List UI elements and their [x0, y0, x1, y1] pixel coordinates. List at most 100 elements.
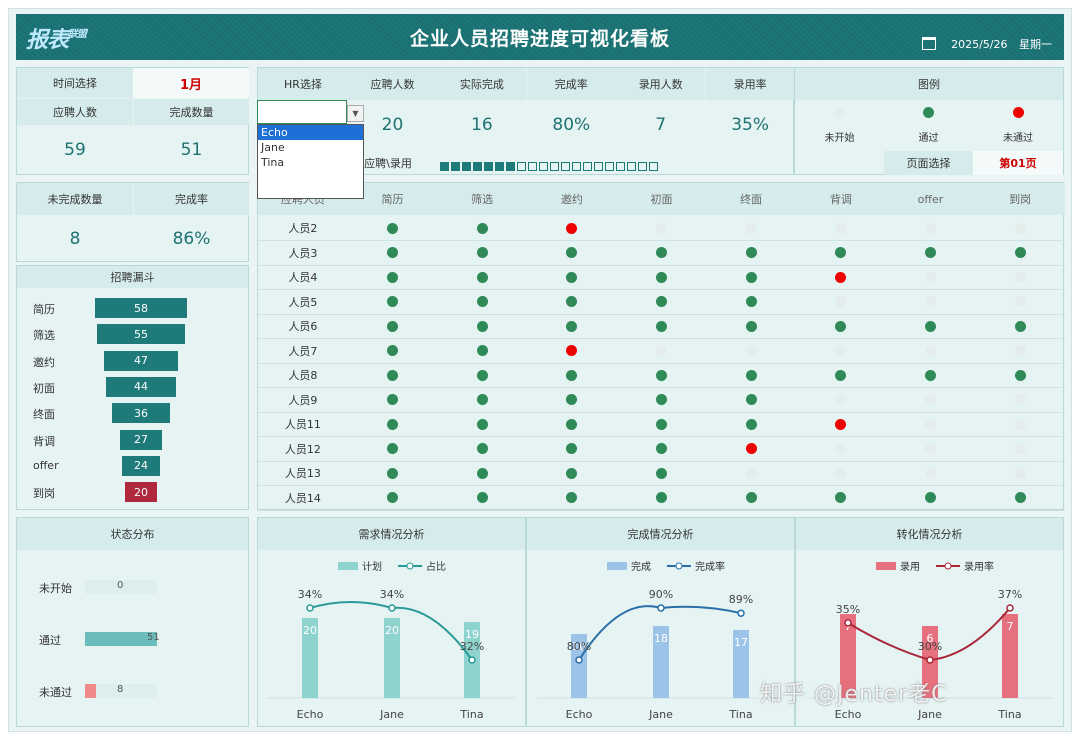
- table-col-header: 邀约: [527, 183, 617, 215]
- status-cell: [706, 461, 796, 485]
- status-cell: [437, 412, 527, 436]
- status-pass-icon: [745, 369, 757, 381]
- status-pending-icon: [745, 345, 757, 356]
- bar-value-label: 7: [1007, 620, 1014, 633]
- status-pass-icon: [655, 492, 667, 503]
- x-tick-label: Echo: [835, 708, 862, 721]
- table-row: 人员9: [258, 388, 1065, 413]
- row-name: 人员13: [284, 467, 321, 480]
- legend-fail: 未通过: [1003, 132, 1033, 144]
- table-row: 人员13: [258, 461, 1065, 486]
- status-cell: [527, 412, 617, 436]
- legend-line-label: 录用率: [964, 560, 994, 573]
- status-pass-icon: [745, 271, 757, 283]
- status-cell: [706, 290, 796, 314]
- status-pass-icon: [655, 467, 667, 479]
- page-title: 企业人员招聘进度可视化看板: [409, 28, 670, 50]
- legend-bar-label: 计划: [362, 560, 382, 573]
- x-tick-label: Echo: [566, 708, 593, 721]
- status-pass-icon: [476, 418, 488, 430]
- progress-square: [473, 162, 482, 171]
- funnel-stage-label: 背调: [33, 434, 55, 448]
- status-pass-icon: [745, 492, 757, 503]
- x-tick-label: Tina: [997, 708, 1021, 721]
- status-pending-icon: [1014, 271, 1026, 283]
- progress-square: [517, 162, 526, 171]
- status-pass-icon: [655, 418, 667, 430]
- line-point: [926, 656, 934, 664]
- status-pass-icon: [566, 296, 578, 307]
- status-pending-icon: [835, 394, 847, 405]
- hr-select-input[interactable]: [257, 100, 347, 124]
- status-pass-icon: [1014, 247, 1026, 258]
- status-cell: [886, 437, 976, 461]
- hr-col-label: 完成率: [526, 68, 616, 100]
- status-pending-icon: [745, 467, 757, 479]
- status-cell: [706, 437, 796, 461]
- line-point: [657, 604, 665, 612]
- line-value-label: 90%: [649, 588, 673, 601]
- legend-panel: 图例 未开始 通过 未通过 页面选择 第01页: [794, 67, 1064, 175]
- status-pass-icon: [566, 369, 578, 381]
- status-cell: [617, 437, 707, 461]
- status-pass-icon: [476, 247, 488, 258]
- status-pass-icon: [476, 467, 488, 479]
- status-pass-icon: [835, 492, 847, 503]
- table-row: 人员4: [258, 265, 1065, 290]
- status-cell: [706, 265, 796, 289]
- funnel-bar: 27: [119, 429, 163, 450]
- status-cell: [796, 314, 886, 338]
- kpi-panel: 时间选择 1月 应聘人数 完成数量 59 51: [16, 67, 249, 175]
- status-pending-icon: [1014, 467, 1026, 479]
- line-point: [737, 609, 745, 617]
- status-pending-icon: [835, 443, 847, 454]
- funnel-bar: 55: [97, 324, 185, 345]
- status-cell: [796, 241, 886, 265]
- completion-chart-title: 完成情况分析: [527, 518, 794, 550]
- status-pending-icon: [745, 222, 757, 234]
- funnel-stage-label: 到岗: [33, 487, 55, 501]
- hr-option-echo[interactable]: Echo: [258, 125, 363, 140]
- status-pass-icon: [1014, 369, 1026, 381]
- table-row: 人员12: [258, 437, 1065, 462]
- dot-pass-icon: [923, 106, 934, 118]
- status-cell: [975, 461, 1065, 485]
- status-pending-icon: [924, 467, 936, 479]
- status-cell: [348, 388, 438, 412]
- status-pending-icon: [924, 418, 936, 430]
- status-pending-icon: [835, 296, 847, 307]
- legend-title: 图例: [795, 68, 1063, 100]
- status-cell: [796, 412, 886, 436]
- hr-col-value: 16: [471, 115, 493, 135]
- progress-square: [649, 162, 658, 171]
- funnel-stage-label: 筛选: [33, 329, 55, 343]
- status-cell: [437, 241, 527, 265]
- status-fail-icon: [835, 418, 847, 430]
- status-cell: [796, 339, 886, 363]
- progress-square: [550, 162, 559, 171]
- status-cell: [527, 314, 617, 338]
- status-cell: [886, 388, 976, 412]
- bar-value-label: 20: [303, 624, 317, 637]
- status-cell: [617, 363, 707, 387]
- status-cell: [617, 241, 707, 265]
- status-cell: [527, 461, 617, 485]
- status-pass-icon: [476, 492, 488, 503]
- row-name: 人员7: [288, 344, 318, 358]
- line-value-label: 32%: [460, 640, 484, 653]
- hr-col-label: 录用率: [705, 68, 795, 100]
- status-cell: [796, 437, 886, 461]
- hr-col-value: 80%: [552, 115, 591, 135]
- page-select[interactable]: 第01页: [973, 151, 1063, 175]
- time-select[interactable]: 1月: [133, 68, 249, 98]
- hr-option-jane[interactable]: Jane: [258, 140, 363, 155]
- hr-option-tina[interactable]: Tina: [258, 155, 363, 170]
- progress-square: [484, 162, 493, 171]
- chevron-down-icon[interactable]: ▼: [347, 105, 364, 122]
- completion-chart: 完成 完成率16Echo18Jane17Tina80%90% 89%: [537, 560, 784, 721]
- funnel-panel: 招聘漏斗 简历 58 筛选 55 邀约 47 初面 44 终面 36 背调 27 offer 24 到岗 20: [16, 265, 249, 510]
- line-point: [575, 656, 583, 664]
- status-pending-icon: [835, 467, 847, 479]
- status-cell: [706, 363, 796, 387]
- status-cell: [348, 339, 438, 363]
